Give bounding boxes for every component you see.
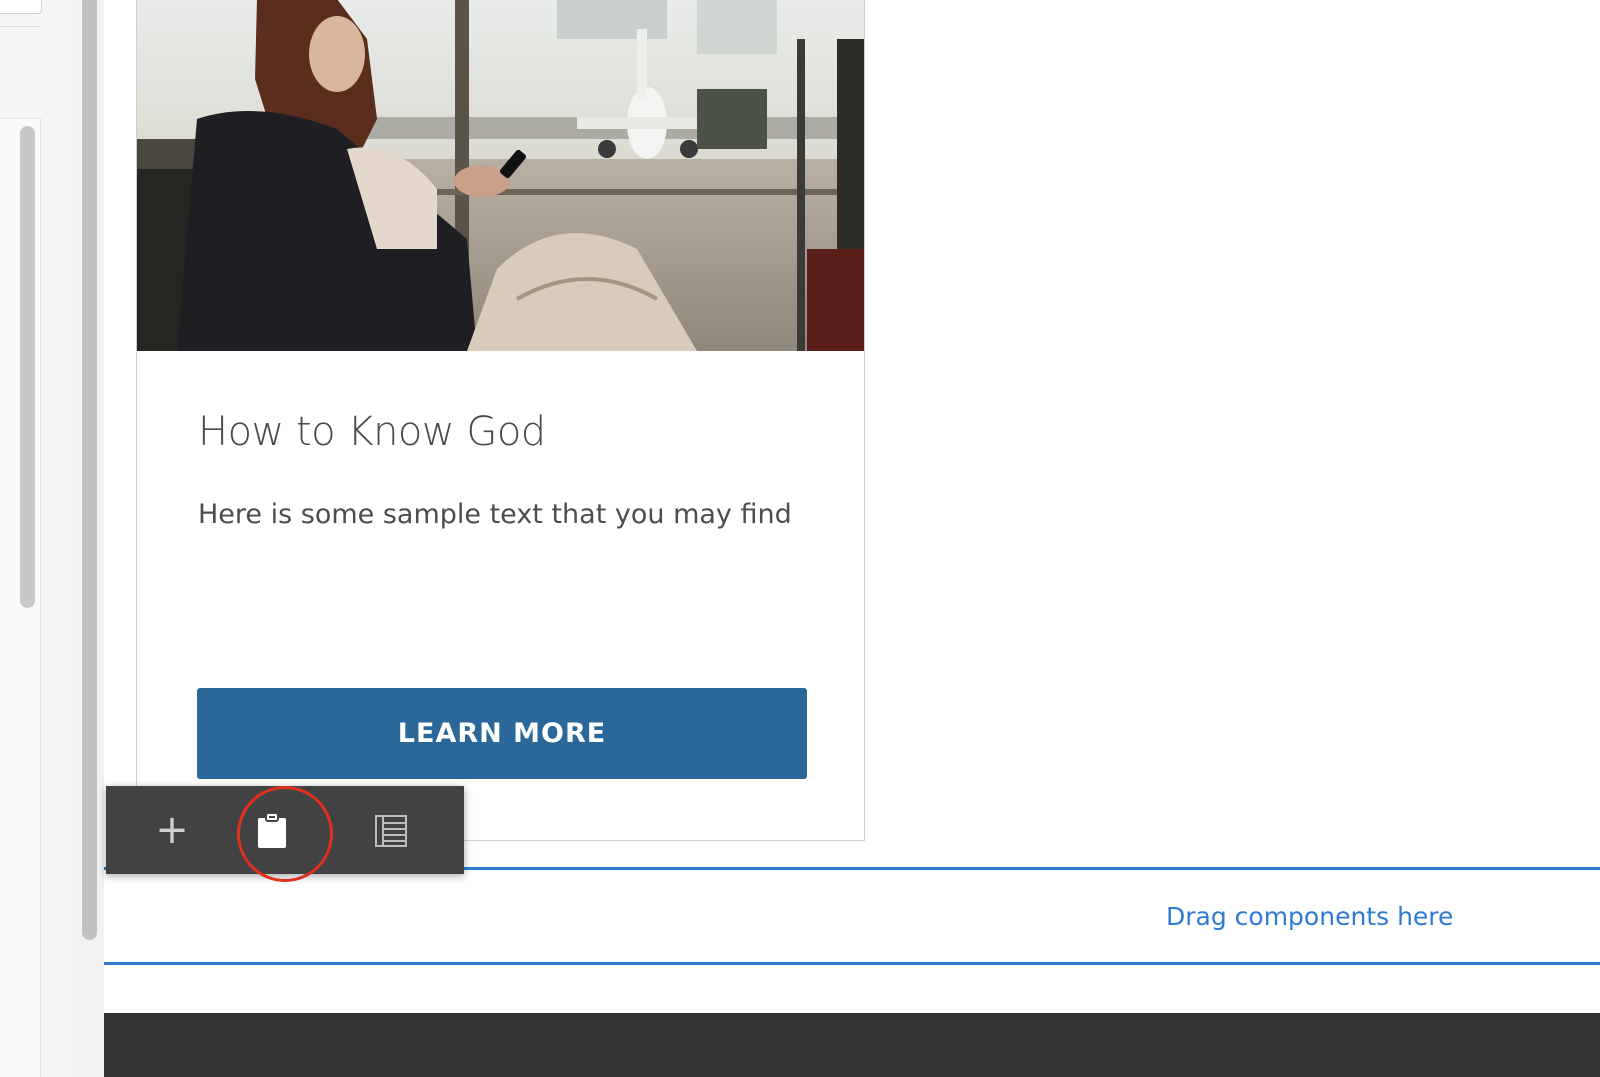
editor-scrollbar[interactable]	[82, 0, 97, 940]
component-toolbar: +	[106, 786, 464, 874]
dropzone-bottom-border	[104, 962, 1600, 965]
card-title: How to Know God	[198, 409, 546, 455]
parent-table-icon	[375, 815, 407, 847]
card-body-text: Here is some sample text that you may fi…	[198, 499, 792, 530]
plus-icon: +	[155, 807, 189, 853]
footer-bar	[104, 1013, 1600, 1077]
side-panel-input-stub[interactable]	[0, 0, 42, 14]
teaser-card[interactable]: How to Know God Here is some sample text…	[136, 0, 865, 841]
select-parent-button[interactable]	[348, 786, 436, 874]
side-panel	[0, 0, 73, 1077]
side-panel-divider	[0, 26, 40, 27]
dropzone-label[interactable]: Drag components here	[1166, 902, 1453, 931]
side-panel-scrollbar[interactable]	[20, 126, 35, 608]
airport-photo	[137, 0, 864, 351]
card-image	[137, 0, 864, 351]
insert-component-button[interactable]: +	[128, 786, 216, 874]
paste-button[interactable]	[228, 786, 316, 874]
page-editor-canvas: How to Know God Here is some sample text…	[0, 0, 1600, 1077]
learn-more-button[interactable]: LEARN MORE	[197, 688, 807, 779]
clipboard-icon	[258, 812, 286, 848]
